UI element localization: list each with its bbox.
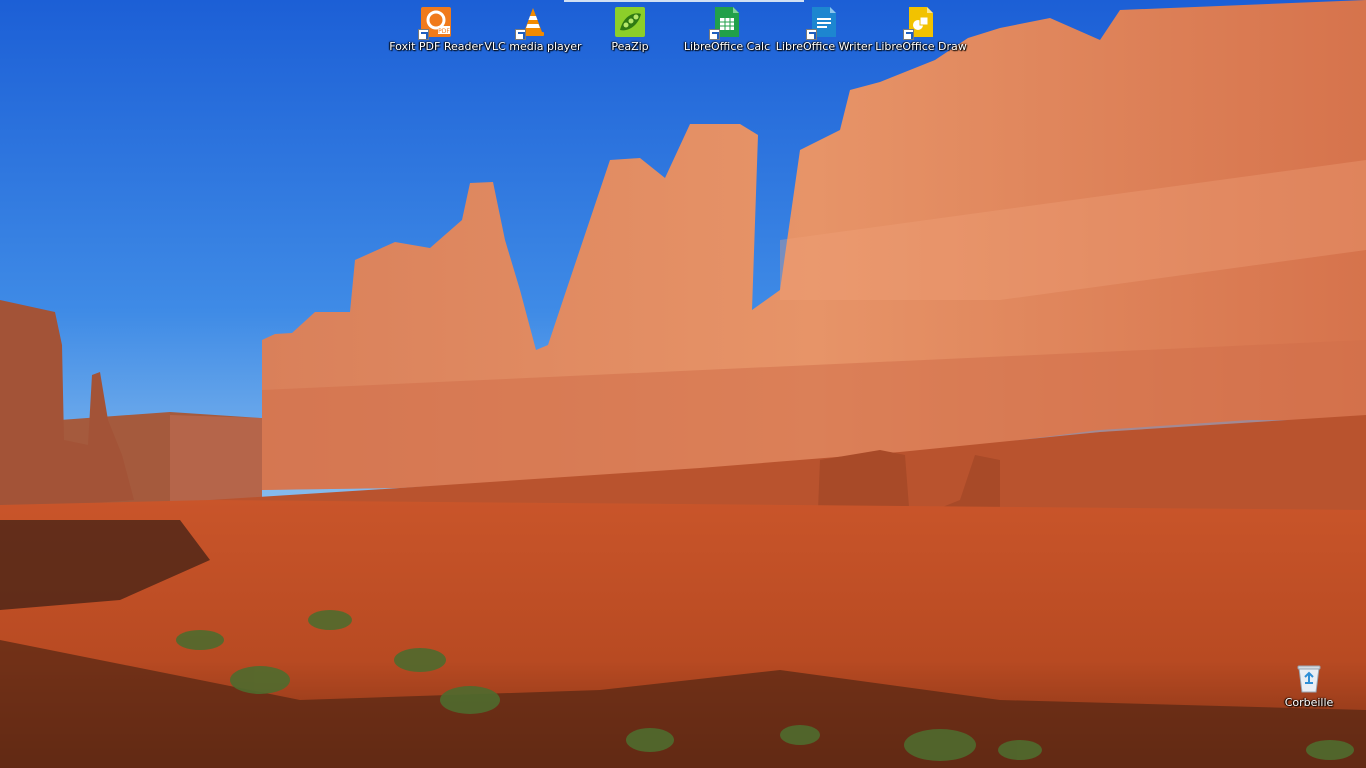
- desktop-icon-recycle-bin[interactable]: Corbeille: [1261, 656, 1357, 720]
- desktop-icon-vlc-media-player[interactable]: VLC media player: [484, 0, 582, 64]
- desktop-icon-libreoffice-writer[interactable]: LibreOffice Writer: [776, 0, 872, 64]
- desktop-icon-label: LibreOffice Draw: [875, 40, 967, 53]
- desktop-icon-libreoffice-draw[interactable]: LibreOffice Draw: [873, 0, 969, 64]
- desktop-icon-peazip[interactable]: PeaZip: [582, 0, 678, 64]
- desktop-icon-foxit-pdf-reader[interactable]: PDF Foxit PDF Reader: [388, 0, 484, 64]
- desktop-wallpaper: [0, 0, 1366, 768]
- libreoffice-writer-icon: [806, 6, 840, 40]
- peazip-icon: [614, 6, 646, 38]
- recycle-bin-icon: [1293, 662, 1325, 694]
- libreoffice-calc-icon: [709, 6, 743, 40]
- desktop[interactable]: PDF Foxit PDF Reader VLC media player Pe…: [0, 0, 1366, 768]
- libreoffice-draw-icon: [903, 6, 937, 40]
- desktop-icon-libreoffice-calc[interactable]: LibreOffice Calc: [679, 0, 775, 64]
- vlc-cone-icon: [515, 6, 549, 40]
- svg-text:PDF: PDF: [438, 28, 450, 35]
- foxit-pdf-icon: PDF: [418, 6, 452, 40]
- desktop-icon-label: Corbeille: [1284, 696, 1334, 709]
